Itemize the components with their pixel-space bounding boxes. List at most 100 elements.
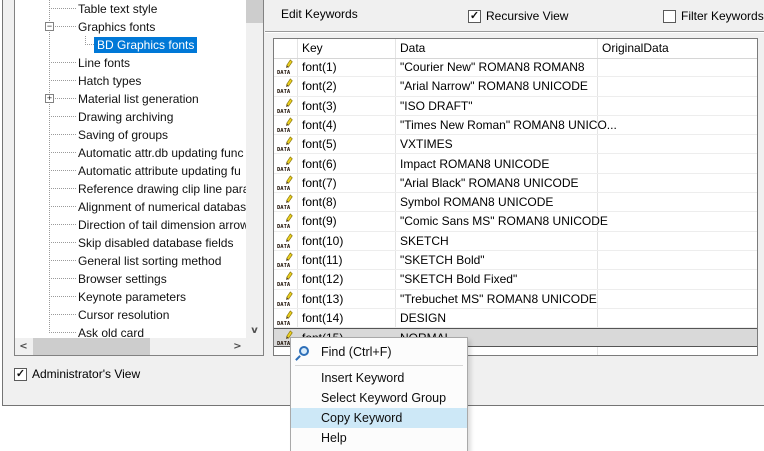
table-row-font-14[interactable]: DATAfont(14)DESIGN: [274, 309, 757, 328]
key-cell[interactable]: font(5): [302, 135, 337, 153]
key-cell[interactable]: font(10): [302, 232, 343, 250]
table-row-font-7[interactable]: DATAfont(7)"Arial Black" ROMAN8 UNICODE: [274, 174, 757, 193]
key-cell[interactable]: font(7): [302, 174, 337, 192]
table-row-font-9[interactable]: DATA font(9) "Comic Sans MS" ROMAN8 UNICOD…: [274, 212, 757, 231]
data-cell[interactable]: "Courier New" ROMAN8 ROMAN8: [400, 58, 585, 76]
data-cell[interactable]: VXTIMES: [400, 135, 453, 153]
tree-item-browser-settings[interactable]: Browser settings: [15, 270, 246, 288]
tree-item-alignment-of-numerical-databas[interactable]: Alignment of numerical databas: [15, 198, 246, 216]
table-row-font-10[interactable]: DATAfont(10)SKETCH: [274, 232, 757, 251]
menu-item-label: Copy Keyword: [321, 411, 402, 425]
table-row-font-5[interactable]: DATAfont(5)VXTIMES: [274, 135, 757, 154]
keywords-table[interactable]: Key Data OriginalData DATA font(1) "Courie…: [273, 38, 758, 356]
tree-item-label: Hatch types: [78, 73, 141, 89]
horizontal-scrollbar-thumb[interactable]: [33, 338, 150, 355]
tree-item-ask-old-card[interactable]: Ask old card: [15, 324, 246, 338]
data-cell[interactable]: "Arial Narrow" ROMAN8 UNICODE: [400, 77, 588, 95]
key-cell[interactable]: font(12): [302, 270, 343, 288]
tree-item-label: Alignment of numerical databas: [78, 199, 246, 215]
menu-item-copy-keyword[interactable]: Copy Keyword: [291, 408, 467, 428]
scroll-left-button[interactable]: <: [15, 338, 32, 355]
search-icon: [299, 346, 309, 356]
key-cell[interactable]: font(6): [302, 155, 337, 173]
tree-item-line-fonts[interactable]: Line fonts: [15, 54, 246, 72]
tree-item-hatch-types[interactable]: Hatch types: [15, 72, 246, 90]
data-cell[interactable]: "Trebuchet MS" ROMAN8 UNICODE: [400, 290, 597, 308]
data-cell[interactable]: "Arial Black" ROMAN8 UNICODE: [400, 174, 579, 192]
data-cell[interactable]: Symbol ROMAN8 UNICODE: [400, 193, 553, 211]
data-cell[interactable]: "Times New Roman" ROMAN8 UNICO...: [400, 116, 617, 134]
tree-item-bd-graphics-fonts[interactable]: BD Graphics fonts: [15, 36, 246, 54]
header-separator-line: [265, 31, 764, 33]
filter-keywords-checkbox[interactable]: Filter Keywords: [663, 8, 764, 23]
data-cell[interactable]: DESIGN: [400, 309, 446, 327]
tree-vertical-scrollbar[interactable]: v: [246, 0, 263, 339]
data-cell[interactable]: "SKETCH Bold Fixed": [400, 270, 517, 288]
table-row-font-11[interactable]: DATA font(11) "SKETCH Bold": [274, 251, 757, 270]
tree-item-saving-of-groups[interactable]: Saving of groups: [15, 126, 246, 144]
tree-item-graphics-fonts[interactable]: −Graphics fonts: [15, 18, 246, 36]
scroll-right-button[interactable]: >: [229, 338, 246, 355]
checkbox-box[interactable]: [663, 10, 676, 23]
menu-item-insert-keyword[interactable]: Insert Keyword: [291, 368, 467, 388]
tree-connector: [49, 8, 76, 9]
tree-item-reference-drawing-clip-line-para[interactable]: Reference drawing clip line para: [15, 180, 246, 198]
table-row-font-1[interactable]: DATAfont(1)"Courier New" ROMAN8 ROMAN8: [274, 58, 757, 77]
data-pencil-icon: DATA: [276, 213, 296, 230]
table-row-font-13[interactable]: DATAfont(13)"Trebuchet MS" ROMAN8 UNICOD…: [274, 290, 757, 309]
column-header-originaldata[interactable]: OriginalData: [602, 39, 669, 58]
key-cell[interactable]: font(14): [302, 309, 343, 327]
tree-item-skip-disabled-database-fields[interactable]: Skip disabled database fields: [15, 234, 246, 252]
tree-horizontal-scrollbar[interactable]: < >: [15, 338, 246, 355]
key-cell[interactable]: font(11): [302, 251, 342, 269]
filter-keywords-label: Filter Keywords: [681, 9, 764, 23]
table-row-font-3[interactable]: DATAfont(3)"ISO DRAFT": [274, 97, 757, 116]
tree-item-drawing-archiving[interactable]: Drawing archiving: [15, 108, 246, 126]
administrators-view-checkbox[interactable]: ✓Administrator's View: [14, 366, 140, 381]
recursive-view-checkbox[interactable]: ✓Recursive View: [468, 8, 568, 23]
key-cell[interactable]: font(9): [302, 212, 337, 230]
tree-item-automatic-attribute-updating-fu[interactable]: Automatic attribute updating fu: [15, 162, 246, 180]
key-cell[interactable]: font(13): [302, 290, 343, 308]
expand-icon[interactable]: +: [45, 94, 54, 103]
data-cell[interactable]: "Comic Sans MS" ROMAN8 UNICODE: [400, 212, 608, 230]
table-row-font-6[interactable]: DATAfont(6)Impact ROMAN8 UNICODE: [274, 155, 757, 174]
data-cell[interactable]: SKETCH: [400, 232, 449, 250]
tree-connector: [49, 134, 76, 135]
data-cell[interactable]: "SKETCH Bold": [400, 251, 485, 269]
key-cell[interactable]: font(3): [302, 97, 337, 115]
key-cell[interactable]: font(8): [302, 193, 337, 211]
table-row-font-2[interactable]: DATAfont(2)"Arial Narrow" ROMAN8 UNICODE: [274, 77, 757, 96]
tree-item-material-list-generation[interactable]: +Material list generation: [15, 90, 246, 108]
tree-item-direction-of-tail-dimension-arrow[interactable]: Direction of tail dimension arrow: [15, 216, 246, 234]
collapse-icon[interactable]: −: [45, 22, 54, 31]
checkbox-box[interactable]: ✓: [468, 10, 481, 23]
column-header-data[interactable]: Data: [400, 39, 425, 58]
menu-item-help[interactable]: Help: [291, 428, 467, 448]
data-cell[interactable]: Impact ROMAN8 UNICODE: [400, 155, 549, 173]
checkbox-box[interactable]: ✓: [14, 368, 27, 381]
scroll-down-button[interactable]: v: [246, 322, 263, 339]
tree-item-cursor-resolution[interactable]: Cursor resolution: [15, 306, 246, 324]
tree-item-keynote-parameters[interactable]: Keynote parameters: [15, 288, 246, 306]
table-row-font-12[interactable]: DATAfont(12)"SKETCH Bold Fixed": [274, 270, 757, 289]
tree-item-automatic-attr-db-updating-func[interactable]: Automatic attr.db updating func: [15, 144, 246, 162]
tree-connector: [49, 278, 76, 279]
column-header-key[interactable]: Key: [302, 39, 323, 58]
key-cell[interactable]: font(1): [302, 58, 337, 76]
menu-item-find-ctrl-f[interactable]: Find (Ctrl+F): [291, 341, 467, 363]
tree-item-general-list-sorting-method[interactable]: General list sorting method: [15, 252, 246, 270]
screen: Table text style−Graphics fontsBD Graphi…: [0, 0, 764, 451]
tree-connector: [49, 188, 76, 189]
table-row-font-4[interactable]: DATAfont(4)"Times New Roman" ROMAN8 UNIC…: [274, 116, 757, 135]
table-row-font-8[interactable]: DATAfont(8)Symbol ROMAN8 UNICODE: [274, 193, 757, 212]
vertical-scrollbar-thumb[interactable]: [246, 0, 263, 23]
tree-item-table-text-style[interactable]: Table text style: [15, 0, 246, 18]
key-cell[interactable]: font(2): [302, 77, 337, 95]
menu-item-select-keyword-group[interactable]: Select Keyword Group: [291, 388, 467, 408]
key-cell[interactable]: font(4): [302, 116, 337, 134]
data-pencil-icon: DATA: [276, 252, 296, 269]
tree-connector: [49, 242, 76, 243]
settings-tree-panel: Table text style−Graphics fontsBD Graphi…: [14, 0, 264, 356]
data-cell[interactable]: "ISO DRAFT": [400, 97, 473, 115]
